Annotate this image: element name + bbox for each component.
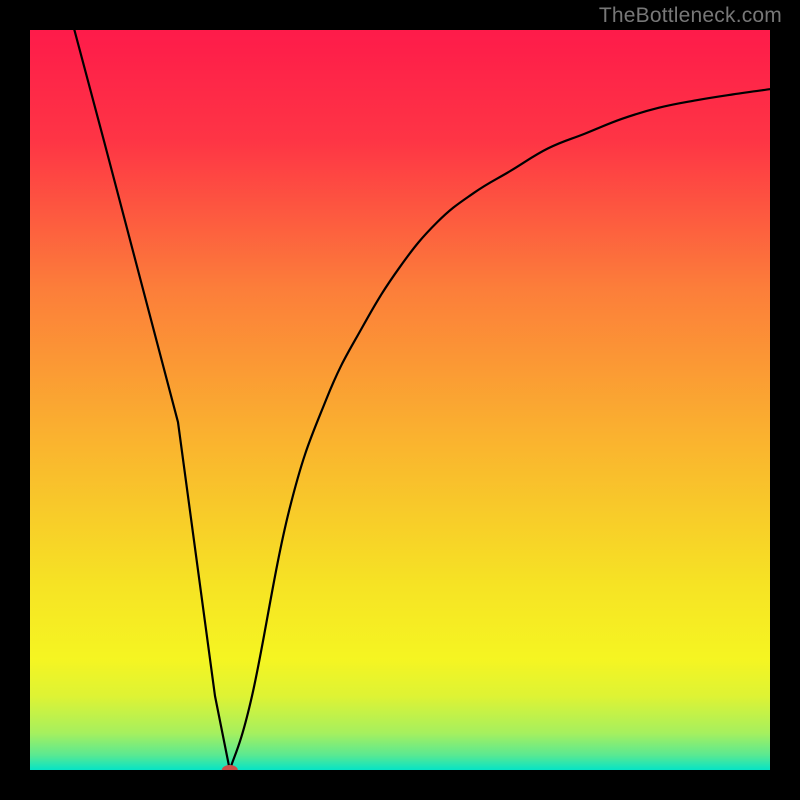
chart-background — [30, 30, 770, 770]
watermark-text: TheBottleneck.com — [599, 4, 782, 28]
chart-plot-area — [30, 30, 770, 770]
chart-svg — [30, 30, 770, 770]
chart-frame: TheBottleneck.com — [0, 0, 800, 800]
